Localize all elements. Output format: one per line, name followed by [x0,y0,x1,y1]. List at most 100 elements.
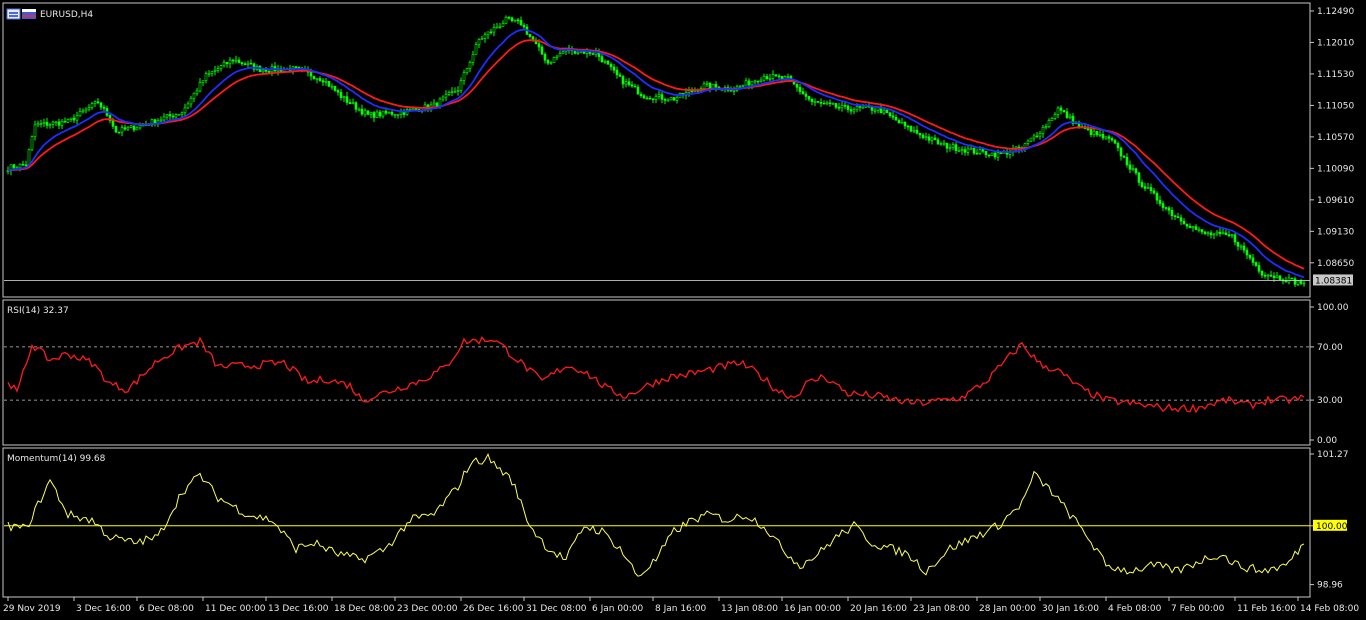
candle-body [882,109,886,114]
candle-body [1299,280,1303,284]
candle-body [756,80,760,83]
candle-body [243,63,247,66]
candle-body [1257,265,1261,272]
time-tick-label: 16 Jan 00:00 [784,604,841,614]
candle-body [207,72,211,75]
candle-body [846,105,850,110]
price-tick-label: 1.11050 [1317,101,1354,111]
candle-body [741,84,745,87]
candle-body [591,53,595,55]
candle-body [1041,126,1045,134]
candle-body [219,65,223,69]
window-icon[interactable] [6,8,36,20]
candle-body [321,80,325,83]
candle-body [111,120,115,127]
candle-body [504,16,508,24]
candle-body [1302,282,1306,285]
candle-body [861,106,865,109]
candle-body [1155,192,1159,201]
price-tick-label: 1.11530 [1317,70,1354,80]
chart-terminal[interactable]: 1.12490 1.12010 1.11530 1.11050 1.10570 1.100… [0,0,1366,620]
candle-body [627,81,631,86]
candle-body [432,102,436,106]
candle-body [24,164,28,167]
candle-body [447,92,451,95]
candle-body [759,79,763,82]
candle-body [45,122,49,126]
candle-body [798,87,802,92]
candle-body [90,103,94,108]
candle-body [960,149,964,151]
candle-body [435,102,439,107]
candle-body [228,59,232,65]
candle-body [753,80,757,83]
candle-body [1158,199,1162,204]
candle-body [174,114,178,118]
candle-body [750,81,754,86]
candle-body [339,91,343,98]
candle-body [669,97,673,101]
candle-body [660,94,664,100]
candle-body [549,62,553,64]
candle-body [1218,231,1222,234]
candle-body [609,63,613,68]
candle-body [186,103,190,109]
candle-body [774,74,778,77]
ma-slow-line [7,39,1305,270]
candle-body [1086,128,1090,131]
candle-body [963,149,967,153]
candle-body [501,23,505,27]
candle-body [1212,233,1216,236]
candle-body [552,57,556,63]
candle-body [762,76,766,81]
candle-body [1227,234,1231,236]
window-title: EURUSD,H4 [40,10,93,20]
candle-body [129,125,133,128]
candle-body [1149,187,1153,192]
candle-body [261,69,265,73]
candle-body [771,74,775,79]
time-tick-label: 11 Dec 00:00 [205,604,266,614]
candle-body [363,110,367,115]
candle-body [687,90,691,93]
candle-body [708,82,712,89]
price-tick-label: 1.10570 [1317,133,1354,143]
candle-body [516,19,520,22]
candle-body [834,103,838,108]
candle-body [411,108,415,111]
candle-body [1107,136,1111,139]
candle-body [1110,138,1114,141]
candle-body [240,62,244,65]
candle-body [825,102,829,105]
candle-body [1131,168,1135,170]
time-tick-label: 28 Jan 00:00 [979,604,1036,614]
candle-body [645,97,649,100]
candle-body [1215,231,1219,235]
candle-body [555,55,559,58]
price-tick-label: 1.12490 [1317,7,1354,17]
candle-body [195,90,199,94]
candle-body [618,74,622,77]
candle-body [1284,280,1288,283]
candle-body [897,119,901,124]
candle-body [315,78,319,80]
momentum-line [7,452,1305,577]
candle-body [372,112,376,118]
candle-body [900,121,904,124]
candle-body [294,66,298,69]
candle-body [12,164,16,169]
candle-body [651,98,655,100]
candle-body [1101,134,1105,139]
time-tick-label: 6 Jan 00:00 [592,604,644,614]
time-tick-label: 8 Jan 16:00 [655,604,707,614]
price-tick-label: 1.09130 [1317,227,1354,237]
candle-body [1029,137,1033,142]
candle-body [1188,225,1192,229]
candle-body [546,59,550,64]
candle-body [1116,143,1120,149]
candle-body [1164,207,1168,209]
candle-body [987,154,991,157]
candle-body [384,110,388,114]
candle-body [672,97,676,101]
candle-body [1263,274,1267,277]
